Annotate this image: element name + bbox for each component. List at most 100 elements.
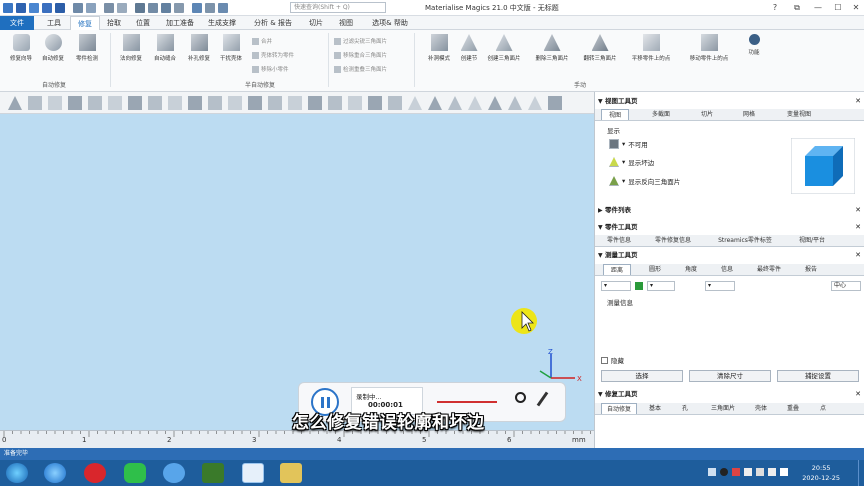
delete-triangle-button[interactable]: 删除三角面片 <box>532 34 572 62</box>
tab-final-part[interactable]: 最终零件 <box>749 264 789 275</box>
tab-distance[interactable]: 距离 <box>603 264 631 275</box>
netease-music-icon[interactable] <box>84 463 106 483</box>
tab-shells[interactable]: 壳体 <box>749 403 773 414</box>
close-panel-icon[interactable]: ✕ <box>855 222 861 233</box>
tab-points[interactable]: 点 <box>813 403 833 414</box>
shell-to-part-button[interactable]: 壳体转为零件 <box>252 51 294 59</box>
hide-checkbox[interactable] <box>601 356 608 364</box>
import-icon[interactable] <box>29 2 39 13</box>
close-panel-icon[interactable]: ✕ <box>855 250 861 261</box>
cube-tool-icon[interactable] <box>308 96 322 110</box>
pin-icon[interactable]: ✕ <box>855 96 861 107</box>
save-all-icon[interactable] <box>55 2 65 13</box>
merge-button[interactable]: 合并 <box>252 37 272 45</box>
tab-part-repair-info[interactable]: 零件修复信息 <box>647 235 699 246</box>
flip-triangle-button[interactable]: 翻转三角面片 <box>580 34 620 62</box>
display-row-inverted[interactable]: ▾ 显示反向三角面片 <box>609 176 680 186</box>
part-preview-cube[interactable] <box>791 138 855 194</box>
hatch-tool-icon[interactable] <box>208 96 222 110</box>
copy-icon[interactable] <box>86 2 96 13</box>
ie-icon[interactable] <box>44 463 66 483</box>
center-combo[interactable]: 中心 <box>831 281 861 291</box>
help-button[interactable]: ? <box>765 1 785 14</box>
wechat-icon[interactable] <box>124 463 146 483</box>
file-explorer-icon[interactable] <box>280 463 302 483</box>
fan-tool-icon[interactable] <box>228 96 242 110</box>
tab-sections[interactable]: 拾取 <box>100 16 128 30</box>
repair-wizard-button[interactable]: 修复向导 <box>6 34 36 62</box>
magics-app-icon[interactable] <box>242 463 264 483</box>
tab-tools[interactable]: 工具 <box>40 16 68 30</box>
tab-multi-section[interactable]: 多截面 <box>643 109 679 120</box>
cube-tool-icon[interactable] <box>268 96 282 110</box>
unify-normals-button[interactable]: 法向修复 <box>116 34 146 62</box>
triangle-tool-icon[interactable] <box>488 96 502 110</box>
tab-view-platform[interactable]: 视图/平台 <box>791 235 833 246</box>
part-check-button[interactable]: 零件检测 <box>72 34 102 62</box>
rect-tool-icon[interactable] <box>148 96 162 110</box>
sweep-tool-icon[interactable] <box>548 96 562 110</box>
pen-icon[interactable] <box>536 391 549 407</box>
tab-options[interactable]: 选项& 帮助 <box>364 16 416 30</box>
tab-part-info[interactable]: 零件信息 <box>601 235 637 246</box>
measure-icon[interactable] <box>174 2 184 13</box>
repair-tools-header[interactable]: ▼ 修复工具页 ✕ <box>595 389 864 400</box>
remove-small-button[interactable]: 移除小零件 <box>252 65 289 73</box>
auto-repair-button[interactable]: 自动修复 <box>38 34 68 62</box>
network-icon[interactable] <box>756 468 764 476</box>
tab-mesh[interactable]: 网格 <box>735 109 763 120</box>
cylinder-tool-icon[interactable] <box>188 96 202 110</box>
tab-overlap[interactable]: 重叠 <box>781 403 805 414</box>
snap-combo[interactable]: ▾ <box>705 281 735 291</box>
triangle-tool-icon[interactable] <box>428 96 442 110</box>
auto-stitch-button[interactable]: 自动缝合 <box>150 34 180 62</box>
tab-build-prep[interactable]: 加工准备 <box>160 16 200 30</box>
create-triangle-button[interactable]: 创建三角面片 <box>484 34 524 62</box>
tab-view[interactable]: 视图 <box>601 109 629 120</box>
tab-slice[interactable]: 切片 <box>302 16 330 30</box>
part-list-header[interactable]: ▶ 零件列表 ✕ <box>595 205 864 216</box>
tab-variable-view[interactable]: 变量视图 <box>779 109 819 120</box>
tab-triangles[interactable]: 三角面片 <box>703 403 743 414</box>
export-icon[interactable] <box>42 2 52 13</box>
triangle-tool-icon[interactable] <box>448 96 462 110</box>
settings-icon[interactable] <box>205 2 215 13</box>
triangle-tool-icon[interactable] <box>508 96 522 110</box>
tab-slice[interactable]: 切片 <box>693 109 721 120</box>
part-tools-header[interactable]: ▼ 零件工具页 ✕ <box>595 222 864 233</box>
tab-circle[interactable]: 圆形 <box>641 264 669 275</box>
grid-icon[interactable] <box>218 2 228 13</box>
pencil-tool-icon[interactable] <box>128 96 142 110</box>
cube-tool-icon[interactable] <box>388 96 402 110</box>
input-method-icon[interactable] <box>780 468 788 476</box>
fill-holes-button[interactable]: 补孔修复 <box>184 34 214 62</box>
detect-overlap-button[interactable]: 检测重叠三角面片 <box>334 65 387 73</box>
select-icon[interactable] <box>135 2 145 13</box>
hide-checkbox-row[interactable]: 隐藏 <box>601 355 624 365</box>
display-row-bad-edges[interactable]: ▾ 显示坏边 <box>609 157 654 167</box>
idea-2018-icon[interactable] <box>202 463 224 483</box>
triangle-tool-icon[interactable] <box>8 96 22 110</box>
tab-holes[interactable]: 孔 <box>675 403 695 414</box>
triangle-tool-icon[interactable] <box>528 96 542 110</box>
cube-tool-icon[interactable] <box>288 96 302 110</box>
box-tool-icon[interactable] <box>88 96 102 110</box>
tab-angle[interactable]: 角度 <box>677 264 705 275</box>
grid-tool-icon[interactable] <box>168 96 182 110</box>
tab-auto-repair[interactable]: 自动修复 <box>601 403 637 414</box>
cube-tool-icon[interactable] <box>348 96 362 110</box>
create-edge-button[interactable]: 创建节 <box>454 34 484 62</box>
tray-app-icon[interactable] <box>732 468 740 476</box>
baidu-netdisk-icon[interactable] <box>163 463 185 483</box>
cube-tool-icon[interactable] <box>368 96 382 110</box>
cube-tool-icon[interactable] <box>328 96 342 110</box>
tab-position[interactable]: 位置 <box>128 16 158 30</box>
tab-basic[interactable]: 基本 <box>643 403 667 414</box>
sphere-tool-icon[interactable] <box>248 96 262 110</box>
tab-view[interactable]: 视图 <box>332 16 360 30</box>
measure-type-combo[interactable]: ▾ <box>601 281 631 291</box>
display-row-disabled[interactable]: ▾ 不可用 <box>609 139 648 149</box>
pyramid-tool-icon[interactable] <box>48 96 62 110</box>
start-button[interactable] <box>6 463 28 483</box>
minimize-button[interactable]: — <box>808 1 828 14</box>
